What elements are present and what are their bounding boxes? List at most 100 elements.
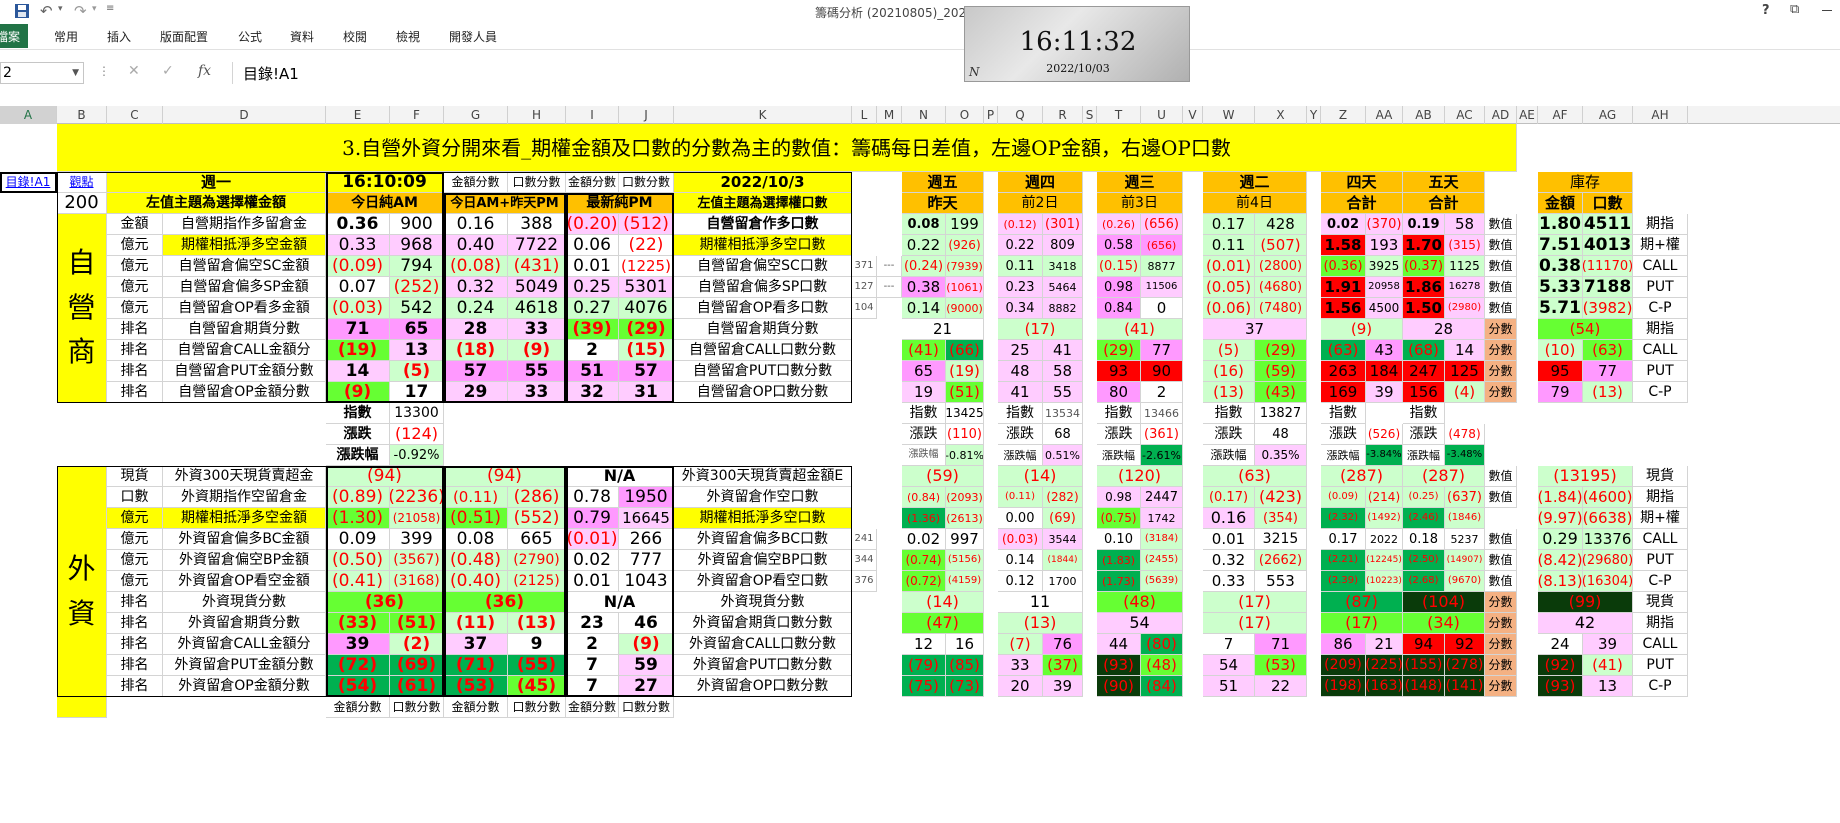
cell-K18[interactable]: 外資留倉偏多BC口數: [674, 529, 852, 550]
column-header[interactable]: J: [619, 106, 674, 124]
cell-G11[interactable]: 29: [444, 382, 508, 403]
cell-K15[interactable]: 外資300天現貨賣超金額E: [674, 466, 852, 487]
cell-AF6[interactable]: 5.33: [1538, 277, 1583, 298]
cell-AF4[interactable]: 7.51: [1538, 235, 1583, 256]
cell-AB4[interactable]: 1.70: [1403, 235, 1445, 256]
column-header[interactable]: N: [902, 106, 946, 124]
cell-Q13[interactable]: 漲跌: [998, 424, 1043, 445]
cell-C4[interactable]: 億元: [107, 235, 163, 256]
cell-AH3[interactable]: 期指: [1633, 214, 1688, 235]
cell-I24[interactable]: 7: [566, 655, 619, 676]
cell-T25[interactable]: (90): [1097, 676, 1141, 697]
cell-W1[interactable]: 週二: [1203, 172, 1307, 193]
cell-U23[interactable]: (80): [1141, 634, 1183, 655]
cell-I26[interactable]: 金額分數: [566, 697, 619, 718]
cell-AC24[interactable]: (278): [1445, 655, 1485, 676]
cell-C10[interactable]: 排名: [107, 361, 163, 382]
redo-icon[interactable]: ↷: [74, 2, 87, 20]
cell-H10[interactable]: 55: [508, 361, 566, 382]
cell-AH19[interactable]: PUT: [1633, 550, 1688, 571]
cell-X7[interactable]: (7480): [1255, 298, 1307, 319]
cell-J25[interactable]: 27: [619, 676, 674, 697]
cell-Q3[interactable]: (0.12): [998, 214, 1043, 235]
cell-L20[interactable]: 376: [852, 571, 877, 592]
cell-U24[interactable]: (48): [1141, 655, 1183, 676]
cell-O7[interactable]: (9000): [946, 298, 984, 319]
cell-AB11[interactable]: 156: [1403, 382, 1445, 403]
cell-AH25[interactable]: C-P: [1633, 676, 1688, 697]
tab-review[interactable]: 校閱: [343, 28, 367, 45]
cell-N2[interactable]: 昨天: [902, 193, 984, 214]
cell-AC9[interactable]: 14: [1445, 340, 1485, 361]
cell-R14[interactable]: 0.51%: [1043, 445, 1083, 466]
cell-G1[interactable]: 金額分數: [444, 172, 508, 193]
cell-G16[interactable]: (0.11): [444, 487, 508, 508]
cell-E22[interactable]: (33): [326, 613, 390, 634]
cell-Z21[interactable]: (87): [1321, 592, 1403, 613]
cell-O19[interactable]: (5156): [946, 550, 984, 571]
cell-G2[interactable]: 今日AM+昨天PM: [444, 193, 566, 214]
column-header[interactable]: V: [1183, 106, 1203, 124]
cell-D15[interactable]: 外資300天現貨賣超金: [163, 466, 326, 487]
cell-H11[interactable]: 33: [508, 382, 566, 403]
cell-G15[interactable]: (94): [444, 466, 566, 487]
cell-AB17[interactable]: (2.46): [1403, 508, 1445, 529]
cell-I17[interactable]: 0.79: [566, 508, 619, 529]
cell-R24[interactable]: (37): [1043, 655, 1083, 676]
cell-I7[interactable]: 0.27: [566, 298, 619, 319]
cell-C17[interactable]: 億元: [107, 508, 163, 529]
cell-W18[interactable]: 0.01: [1203, 529, 1255, 550]
cell-J26[interactable]: 口數分數: [619, 697, 674, 718]
cell-Z3[interactable]: 0.02: [1321, 214, 1366, 235]
cell-W13[interactable]: 漲跌: [1203, 424, 1255, 445]
column-header[interactable]: G: [444, 106, 508, 124]
cell-AC7[interactable]: (2980): [1445, 298, 1485, 319]
cell-AG20[interactable]: (16304): [1583, 571, 1633, 592]
cell-O3[interactable]: 199: [946, 214, 984, 235]
cell-F17[interactable]: (21058): [390, 508, 444, 529]
cell-T16[interactable]: 0.98: [1097, 487, 1141, 508]
cell-AG2[interactable]: 口數: [1583, 193, 1633, 214]
cell-U19[interactable]: (2455): [1141, 550, 1183, 571]
cell-X10[interactable]: (59): [1255, 361, 1307, 382]
column-header[interactable]: P: [984, 106, 998, 124]
cell-I10[interactable]: 51: [566, 361, 619, 382]
undo-icon[interactable]: ↶: [40, 2, 53, 20]
column-header[interactable]: AB: [1403, 106, 1445, 124]
cell-T11[interactable]: 80: [1097, 382, 1141, 403]
cell-AA14[interactable]: -3.84%: [1366, 445, 1403, 466]
cell-I6[interactable]: 0.25: [566, 277, 619, 298]
cell-F16[interactable]: (2236): [390, 487, 444, 508]
cell-U7[interactable]: 0: [1141, 298, 1183, 319]
cell-AG9[interactable]: (63): [1583, 340, 1633, 361]
cell-J16[interactable]: 1950: [619, 487, 674, 508]
column-header[interactable]: A: [0, 106, 57, 124]
cell-AF25[interactable]: (93): [1538, 676, 1583, 697]
cell-K6[interactable]: 自營留倉偏多SP口數: [674, 277, 852, 298]
cell-AA10[interactable]: 184: [1366, 361, 1403, 382]
cell-U3[interactable]: (656): [1141, 214, 1183, 235]
cell-Q22[interactable]: (13): [998, 613, 1083, 634]
cell-F10[interactable]: (5): [390, 361, 444, 382]
cell-N6[interactable]: 0.38: [902, 277, 946, 298]
cell-E15[interactable]: (94): [326, 466, 444, 487]
cell-T2[interactable]: 前3日: [1097, 193, 1183, 214]
cell-N14[interactable]: 漲跌幅: [902, 445, 946, 466]
column-header[interactable]: M: [877, 106, 902, 124]
cell-T6[interactable]: 0.98: [1097, 277, 1141, 298]
cell-T4[interactable]: 0.58: [1097, 235, 1141, 256]
cell-C2[interactable]: 左值主題為選擇權金額: [107, 193, 326, 214]
cell-AG18[interactable]: 13376: [1583, 529, 1633, 550]
cell-T13[interactable]: 漲跌: [1097, 424, 1141, 445]
cell-L19[interactable]: 344: [852, 550, 877, 571]
cell-N4[interactable]: 0.22: [902, 235, 946, 256]
cell-AF17[interactable]: (9.97): [1538, 508, 1583, 529]
cell-I3[interactable]: (0.20): [566, 214, 619, 235]
cell-AD15[interactable]: 數值: [1485, 466, 1517, 487]
cell-U9[interactable]: 77: [1141, 340, 1183, 361]
cell-J20[interactable]: 1043: [619, 571, 674, 592]
column-header[interactable]: R: [1043, 106, 1083, 124]
cell-Q4[interactable]: 0.22: [998, 235, 1043, 256]
cell-N7[interactable]: 0.14: [902, 298, 946, 319]
cell-N11[interactable]: 19: [902, 382, 946, 403]
